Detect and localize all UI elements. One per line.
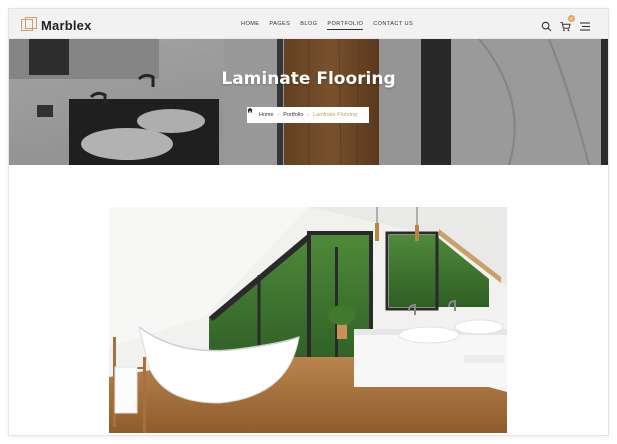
nav-item-blog[interactable]: BLOG: [300, 9, 317, 39]
header-icons: 0: [541, 14, 590, 31]
nav-item-home[interactable]: HOME: [241, 9, 259, 39]
brand-name: Marblex: [41, 17, 92, 33]
breadcrumb-portfolio[interactable]: Portfolio: [283, 112, 303, 118]
breadcrumb-home[interactable]: Home: [259, 112, 274, 118]
hamburger-menu-icon[interactable]: [579, 19, 590, 31]
cart-icon[interactable]: 0: [560, 14, 575, 31]
page-hero: Laminate Flooring Home › Portfolio › Lam…: [9, 39, 608, 165]
page-title: Laminate Flooring: [221, 69, 396, 89]
home-icon: [247, 107, 253, 113]
project-photo: [109, 207, 507, 433]
main-nav: HOME PAGES BLOG PORTFOLIO CONTACT US: [241, 9, 423, 39]
nav-item-pages[interactable]: PAGES: [269, 9, 290, 39]
bathroom-image: [109, 207, 507, 433]
breadcrumb: Home › Portfolio › Laminate Flooring: [247, 107, 369, 123]
breadcrumb-separator: ›: [307, 112, 310, 118]
nav-item-contact-us[interactable]: CONTACT US: [373, 9, 413, 39]
site-header: Marblex HOME PAGES BLOG PORTFOLIO CONTAC…: [9, 9, 608, 39]
browser-frame: Marblex HOME PAGES BLOG PORTFOLIO CONTAC…: [9, 9, 608, 435]
cart-count-badge: 0: [568, 14, 575, 22]
search-icon[interactable]: [541, 19, 552, 31]
breadcrumb-current: Laminate Flooring: [313, 112, 358, 118]
breadcrumb-separator: ›: [277, 112, 280, 118]
logo[interactable]: Marblex: [21, 17, 92, 33]
nav-item-portfolio[interactable]: PORTFOLIO: [327, 9, 364, 39]
logo-mark-icon: [21, 17, 37, 33]
hero-overlay: [9, 39, 608, 165]
